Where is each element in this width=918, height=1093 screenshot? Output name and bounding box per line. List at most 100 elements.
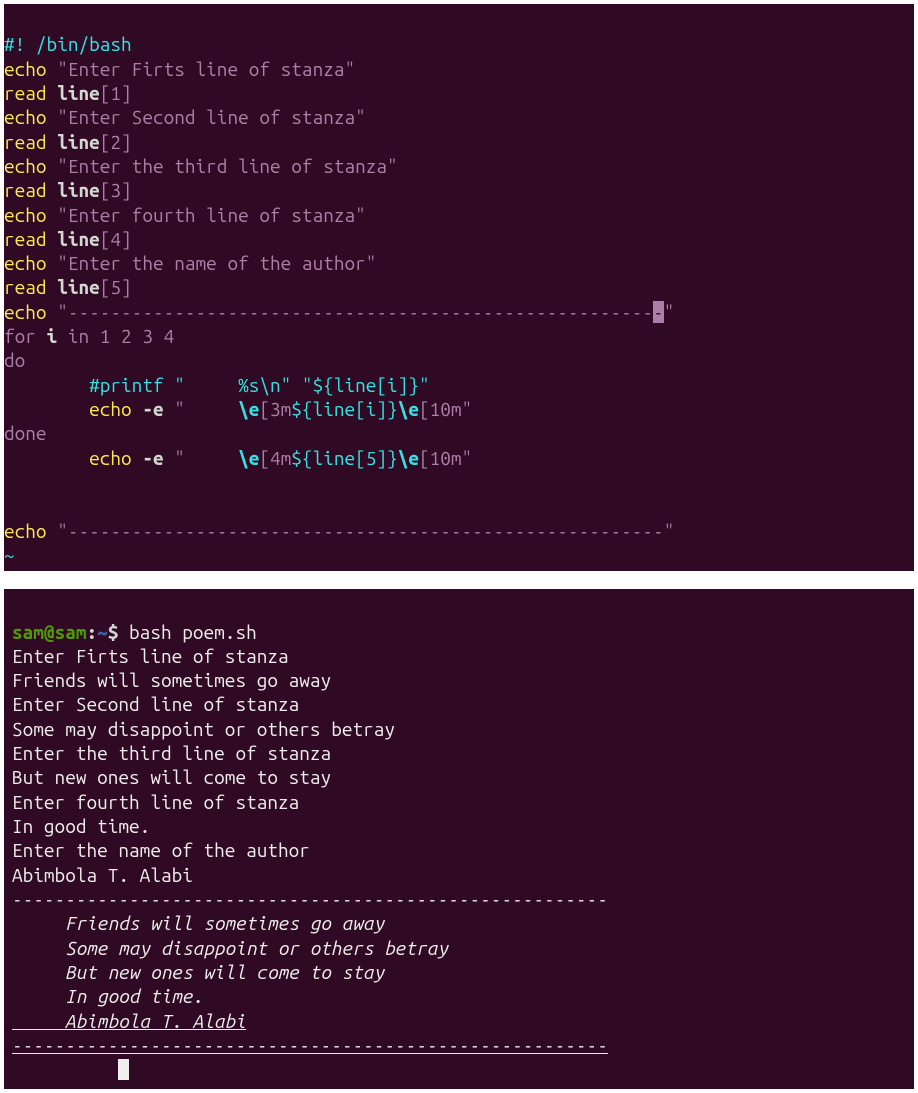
echo-cmd: echo (4, 301, 47, 323)
for-keyword: for (4, 325, 36, 347)
done-keyword: done (4, 422, 47, 444)
read-cmd: read (4, 228, 47, 250)
quote: " (57, 520, 68, 542)
out-line: Abimbola T. Alabi (12, 864, 193, 886)
quote: " (462, 398, 473, 420)
poem-line: But new ones will come to stay (12, 961, 384, 983)
poem-line: Some may disappoint or others betray (12, 937, 448, 959)
var-name: line (57, 131, 100, 153)
echo-cmd: echo (4, 520, 47, 542)
separator: ----------------------------------------… (12, 888, 608, 910)
echo-cmd: echo (4, 58, 47, 80)
indent (4, 447, 89, 469)
echo-cmd: echo (4, 106, 47, 128)
var-name: line (57, 276, 100, 298)
m: m (281, 447, 292, 469)
out-line: Enter Firts line of stanza (12, 645, 289, 667)
poem-line: In good time. (12, 985, 204, 1007)
command-entered: bash poem.sh (129, 621, 257, 643)
shebang: #! /bin/bash (4, 33, 132, 55)
echo-string: "Enter Second line of stanza" (57, 106, 366, 128)
quote: " (174, 447, 185, 469)
escape: \e (398, 398, 419, 420)
cursor: - (653, 301, 664, 323)
quote: " (664, 301, 675, 323)
num: 10 (430, 447, 451, 469)
var-name: line (57, 228, 100, 250)
index: [5] (100, 276, 132, 298)
dashes: ----------------------------------------… (68, 301, 653, 323)
flag: -e (132, 398, 175, 420)
comment: #printf " %s\n" "${line[i]}" (89, 374, 429, 396)
read-cmd: read (4, 82, 47, 104)
blank-line (4, 471, 15, 493)
out-line: Enter fourth line of stanza (12, 791, 299, 813)
poem-author: Abimbola T. Alabi (12, 1010, 246, 1032)
indent (4, 374, 89, 396)
out-line: Some may disappoint or others betray (12, 718, 395, 740)
cursor-icon (118, 1059, 128, 1080)
var-name: line (57, 179, 100, 201)
prompt-host: sam (55, 621, 87, 643)
quote: " (174, 398, 185, 420)
in-keyword: in (68, 325, 89, 347)
echo-cmd: echo (89, 447, 132, 469)
echo-cmd: echo (4, 155, 47, 177)
indent (4, 398, 89, 420)
pad (185, 447, 238, 469)
num: 4 (270, 447, 281, 469)
out-line: In good time. (12, 815, 150, 837)
m: m (451, 447, 462, 469)
echo-string: "Enter fourth line of stanza" (57, 204, 366, 226)
num: 10 (430, 398, 451, 420)
read-cmd: read (4, 276, 47, 298)
dashes: ----------------------------------------… (68, 520, 664, 542)
m: m (451, 398, 462, 420)
echo-string: "Enter the third line of stanza" (57, 155, 397, 177)
terminal-output[interactable]: sam@sam:~$ bash poem.sh Enter Firts line… (4, 589, 914, 1089)
prompt-at: @ (44, 621, 55, 643)
out-line: Enter the third line of stanza (12, 742, 331, 764)
vim-tilde: ~ (4, 544, 15, 566)
num: 3 (270, 398, 281, 420)
code-editor[interactable]: #! /bin/bash echo "Enter Firts line of s… (4, 4, 914, 571)
index: [3] (100, 179, 132, 201)
blank-line (4, 495, 15, 517)
escape: \e (398, 447, 419, 469)
var-expand: ${line[5]} (291, 447, 397, 469)
echo-cmd: echo (89, 398, 132, 420)
cursor-line (12, 1058, 129, 1080)
echo-string: "Enter Firts line of stanza" (57, 58, 355, 80)
separator: ----------------------------------------… (12, 1034, 608, 1056)
bracket: [ (419, 447, 430, 469)
pad (185, 398, 238, 420)
out-line: Enter Second line of stanza (12, 693, 299, 715)
prompt-path: ~ (97, 621, 108, 643)
out-line: Friends will sometimes go away (12, 669, 331, 691)
prompt-colon: : (86, 621, 97, 643)
quote: " (57, 301, 68, 323)
prompt-dollar: $ (108, 621, 129, 643)
do-keyword: do (4, 349, 25, 371)
out-line: Enter the name of the author (12, 839, 310, 861)
echo-cmd: echo (4, 204, 47, 226)
flag: -e (132, 447, 175, 469)
index: [4] (100, 228, 132, 250)
bracket: [ (419, 398, 430, 420)
loop-var: i (47, 325, 58, 347)
escape: \e (238, 447, 259, 469)
loop-range: 1 2 3 4 (100, 325, 174, 347)
index: [1] (100, 82, 132, 104)
read-cmd: read (4, 179, 47, 201)
var-expand: ${line[i]} (291, 398, 397, 420)
index: [2] (100, 131, 132, 153)
bracket: [ (259, 398, 270, 420)
echo-string: "Enter the name of the author" (57, 252, 376, 274)
escape: \e (238, 398, 259, 420)
m: m (281, 398, 292, 420)
read-cmd: read (4, 131, 47, 153)
var-name: line (57, 82, 100, 104)
quote: " (664, 520, 675, 542)
out-line: But new ones will come to stay (12, 766, 331, 788)
poem-line: Friends will sometimes go away (12, 912, 384, 934)
